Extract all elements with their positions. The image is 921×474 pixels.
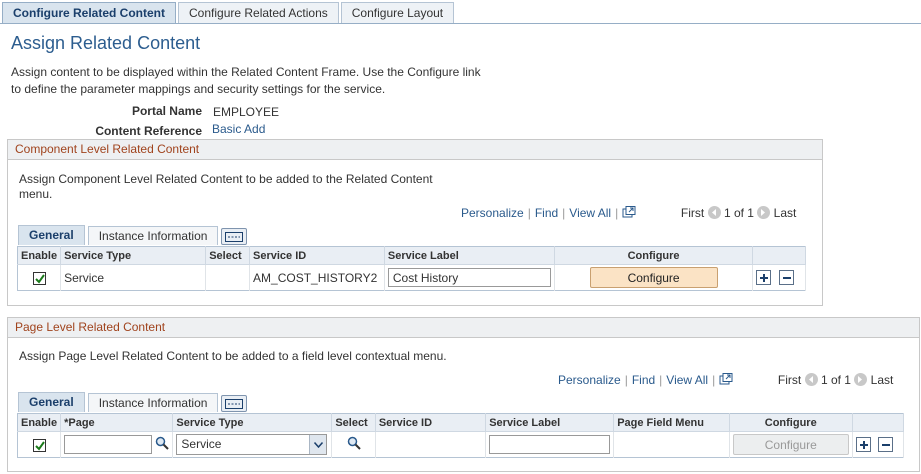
lookup-magnifier-icon[interactable] <box>155 436 170 453</box>
grid-tab-instance-information[interactable]: Instance Information <box>87 393 219 412</box>
page-intro: Assign content to be displayed within th… <box>11 65 481 96</box>
show-all-columns-icon[interactable] <box>221 228 248 245</box>
show-all-columns-icon[interactable] <box>221 395 248 412</box>
chevron-down-icon <box>309 435 327 454</box>
col-actions <box>852 413 905 432</box>
personalize-link[interactable]: Personalize <box>558 373 621 387</box>
first-label: First <box>777 373 802 387</box>
select-magnifier-icon[interactable] <box>347 436 361 453</box>
col-page-field-menu: Page Field Menu <box>613 413 730 432</box>
prev-arrow-icon[interactable] <box>804 373 818 386</box>
page-grid: Enable *Page Service Type Select Service… <box>17 413 905 458</box>
zoom-icon[interactable] <box>719 373 733 388</box>
col-service-type: Service Type <box>60 246 207 265</box>
configure-button[interactable]: Configure <box>732 434 849 455</box>
row-range: 1 of 1 <box>723 206 754 220</box>
select-cell <box>205 264 251 291</box>
view-all-link[interactable]: View All <box>569 206 611 220</box>
page-grid-tabs: General Instance Information <box>18 392 248 412</box>
table-row: Service Configure <box>17 431 905 458</box>
grid-tab-general[interactable]: General <box>18 392 85 412</box>
service-type-value: Service <box>60 264 207 291</box>
col-select: Select <box>331 413 376 432</box>
col-service-label: Service Label <box>384 246 555 265</box>
last-label: Last <box>870 373 894 387</box>
enable-checkbox[interactable] <box>32 271 46 285</box>
col-select: Select <box>205 246 251 265</box>
enable-checkbox[interactable] <box>32 438 46 452</box>
row-range: 1 of 1 <box>820 373 851 387</box>
col-service-id: Service ID <box>249 246 385 265</box>
portal-name-label: Portal Name <box>131 104 202 118</box>
tab-configure-related-content[interactable]: Configure Related Content <box>2 2 176 23</box>
component-level-description: Assign Component Level Related Content t… <box>19 172 433 201</box>
col-page: *Page <box>60 413 174 432</box>
add-row-icon[interactable] <box>855 437 871 453</box>
page-field-menu-value <box>613 431 730 458</box>
col-enable: Enable <box>17 246 62 265</box>
col-configure: Configure <box>554 246 754 265</box>
add-row-icon[interactable] <box>756 270 772 286</box>
service-id-value: AM_COST_HISTORY2 <box>249 264 385 291</box>
col-service-label: Service Label <box>485 413 615 432</box>
zoom-icon[interactable] <box>622 206 636 221</box>
find-link[interactable]: Find <box>535 206 558 220</box>
configure-button[interactable]: Configure <box>589 267 718 288</box>
service-id-value <box>375 431 487 458</box>
page-level-description: Assign Page Level Related Content to be … <box>19 349 447 363</box>
service-label-input[interactable] <box>387 268 551 287</box>
col-service-id: Service ID <box>375 413 487 432</box>
col-service-type: Service Type <box>172 413 333 432</box>
top-tabs: Configure Related Content Configure Rela… <box>2 2 456 24</box>
page-level-header: Page Level Related Content <box>8 318 919 338</box>
table-row: Service AM_COST_HISTORY2 Configure <box>17 264 806 291</box>
tab-configure-layout[interactable]: Configure Layout <box>340 2 455 23</box>
personalize-link[interactable]: Personalize <box>461 206 524 220</box>
component-level-header: Component Level Related Content <box>8 140 822 160</box>
grid-tab-general[interactable]: General <box>18 225 85 245</box>
tab-divider <box>0 23 921 24</box>
delete-row-icon[interactable] <box>778 270 794 286</box>
prev-arrow-icon[interactable] <box>707 206 721 219</box>
service-type-selected: Service <box>181 437 222 451</box>
portal-name-value: EMPLOYEE <box>213 105 280 119</box>
col-enable: Enable <box>17 413 62 432</box>
grid-tab-instance-information[interactable]: Instance Information <box>87 226 219 245</box>
component-grid-tabs: General Instance Information <box>18 225 248 245</box>
tab-configure-related-actions[interactable]: Configure Related Actions <box>178 2 339 23</box>
page-title: Assign Related Content <box>11 33 201 53</box>
first-label: First <box>680 206 705 220</box>
component-grid-nav: Personalize | Find | View All | First 1 of 1 … <box>461 206 797 221</box>
view-all-link[interactable]: View All <box>666 373 708 387</box>
component-grid: Enable Service Type Select Service ID Se… <box>17 246 806 291</box>
next-arrow-icon[interactable] <box>757 206 771 219</box>
col-actions <box>752 246 806 265</box>
last-label: Last <box>773 206 797 220</box>
page-grid-nav: Personalize | Find | View All | First 1 of 1 … <box>558 373 894 388</box>
col-configure: Configure <box>729 413 853 432</box>
content-reference-label: Content Reference <box>95 124 202 138</box>
next-arrow-icon[interactable] <box>854 373 868 386</box>
page-input[interactable] <box>64 435 153 454</box>
find-link[interactable]: Find <box>632 373 655 387</box>
service-label-input[interactable] <box>489 435 611 454</box>
delete-row-icon[interactable] <box>878 437 894 453</box>
content-reference-link[interactable]: Basic Add <box>212 122 265 136</box>
service-type-select[interactable]: Service <box>176 434 328 455</box>
